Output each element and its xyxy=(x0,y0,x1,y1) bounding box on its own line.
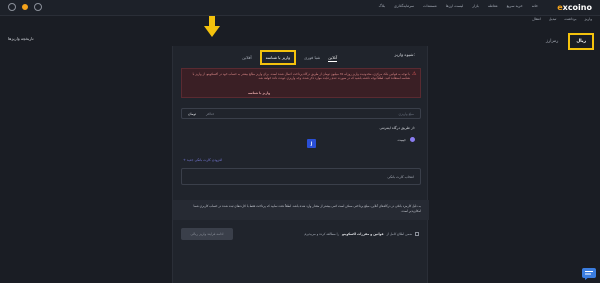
notification-icon[interactable] xyxy=(34,3,42,11)
tab-offline[interactable]: آفلاین xyxy=(242,54,252,61)
wallet-subnav-bar: واریز برداشت تبدیل انتقال xyxy=(0,16,600,25)
logo-word: xcoino xyxy=(562,3,592,12)
nav-item-quick-buy[interactable]: خرید سریع xyxy=(507,4,523,8)
nav-item-coin-list[interactable]: لیست ارزها xyxy=(446,4,464,8)
terms-prefix: ضمن اطلاع کامل از xyxy=(386,232,412,236)
gateway-name: جیبیت xyxy=(397,137,407,142)
add-card-link[interactable]: + افزودن کارت بانکی جدید xyxy=(183,158,222,162)
deposit-method-tabs: آنلاین شبا فوری واریز با شناسه آفلاین xyxy=(242,50,337,65)
terms-checkbox[interactable] xyxy=(415,232,419,236)
card-select-placeholder: انتخاب کارت بانکی xyxy=(387,175,414,179)
nav-item-trade[interactable]: معامله xyxy=(488,4,498,8)
nav-item-docs[interactable]: مستندات xyxy=(423,4,437,8)
bank-card-select[interactable]: انتخاب کارت بانکی xyxy=(181,168,421,185)
nav-item-invest[interactable]: سرمایه‌گذاری xyxy=(394,4,414,8)
gateway-label: از طریق درگاه اینترنتی: xyxy=(379,126,415,130)
tab-rial[interactable]: ریال xyxy=(568,32,594,50)
settings-icon[interactable] xyxy=(8,3,16,11)
subnav-transfer[interactable]: انتقال xyxy=(532,17,541,21)
tab-crypto[interactable]: رمزارز xyxy=(546,39,558,44)
subnav-withdraw[interactable]: برداشت xyxy=(564,17,576,21)
fee-notice: به دلیل کارمزد بانکی در درگاه‌های آنلاین… xyxy=(173,200,429,220)
header-icons xyxy=(8,3,42,11)
fee-notice-text: به دلیل کارمزد بانکی در درگاه‌های آنلاین… xyxy=(193,204,421,213)
terms-row: ضمن اطلاع کامل از قوانین و مقررات اکسکوی… xyxy=(305,232,419,236)
deposit-limit-warning: ⚠ با توجه به قوانین بانک مرکزی، محدودیت … xyxy=(181,68,421,98)
exchange-logo[interactable]: excoino xyxy=(557,3,592,12)
continue-deposit-button[interactable]: ادامه فرایند واریز ریالی xyxy=(181,228,233,240)
terms-link[interactable]: قوانین و مقررات اکسکوینو xyxy=(342,232,384,236)
warning-link[interactable]: واریز با شناسه xyxy=(248,91,270,95)
amount-placeholder: مبلغ واریزی xyxy=(398,112,414,116)
warning-icon: ⚠ xyxy=(412,71,417,77)
nav-item-home[interactable]: خانه xyxy=(532,4,538,8)
subnav-deposit[interactable]: واریز xyxy=(585,17,592,21)
deposit-method-label: شیوه واریز: xyxy=(394,52,415,57)
tab-id-deposit[interactable]: واریز با شناسه xyxy=(259,50,297,65)
down-arrow-icon xyxy=(204,16,220,37)
tab-online[interactable]: آنلاین xyxy=(328,54,337,62)
warning-text: با توجه به قوانین بانک مرکزی، محدودیت وا… xyxy=(192,72,410,81)
currency-unit: تومان xyxy=(188,112,197,116)
nav-item-market[interactable]: بازار xyxy=(472,4,479,8)
gateway-radio[interactable] xyxy=(410,137,415,142)
deposit-panel: شیوه واریز: آنلاین شبا فوری واریز با شنا… xyxy=(172,46,429,283)
top-navigation-bar: excoino خانه خرید سریع معامله بازار لیست… xyxy=(0,0,600,16)
gateway-option[interactable]: جیبیت xyxy=(397,137,415,142)
gateway-logo-icon: J xyxy=(307,139,316,148)
nav-item-blog[interactable]: بلاگ xyxy=(379,4,385,8)
tab-sheba[interactable]: شبا فوری xyxy=(304,54,320,61)
deposit-history-link[interactable]: تاریخچه واریزها xyxy=(8,36,34,41)
max-amount-button[interactable]: حداکثر xyxy=(206,112,214,116)
terms-suffix: را مطالعه کرده و می‌پذیرم xyxy=(304,232,339,236)
profile-icon[interactable] xyxy=(22,4,28,10)
wallet-subnav: واریز برداشت تبدیل انتقال xyxy=(532,17,592,21)
support-chat-icon[interactable] xyxy=(582,268,596,280)
subnav-convert[interactable]: تبدیل xyxy=(549,17,557,21)
main-nav: خانه خرید سریع معامله بازار لیست ارزها م… xyxy=(379,4,538,8)
amount-input[interactable]: تومان حداکثر مبلغ واریزی xyxy=(181,108,421,119)
currency-tabs: ریال رمزارز xyxy=(546,32,594,50)
